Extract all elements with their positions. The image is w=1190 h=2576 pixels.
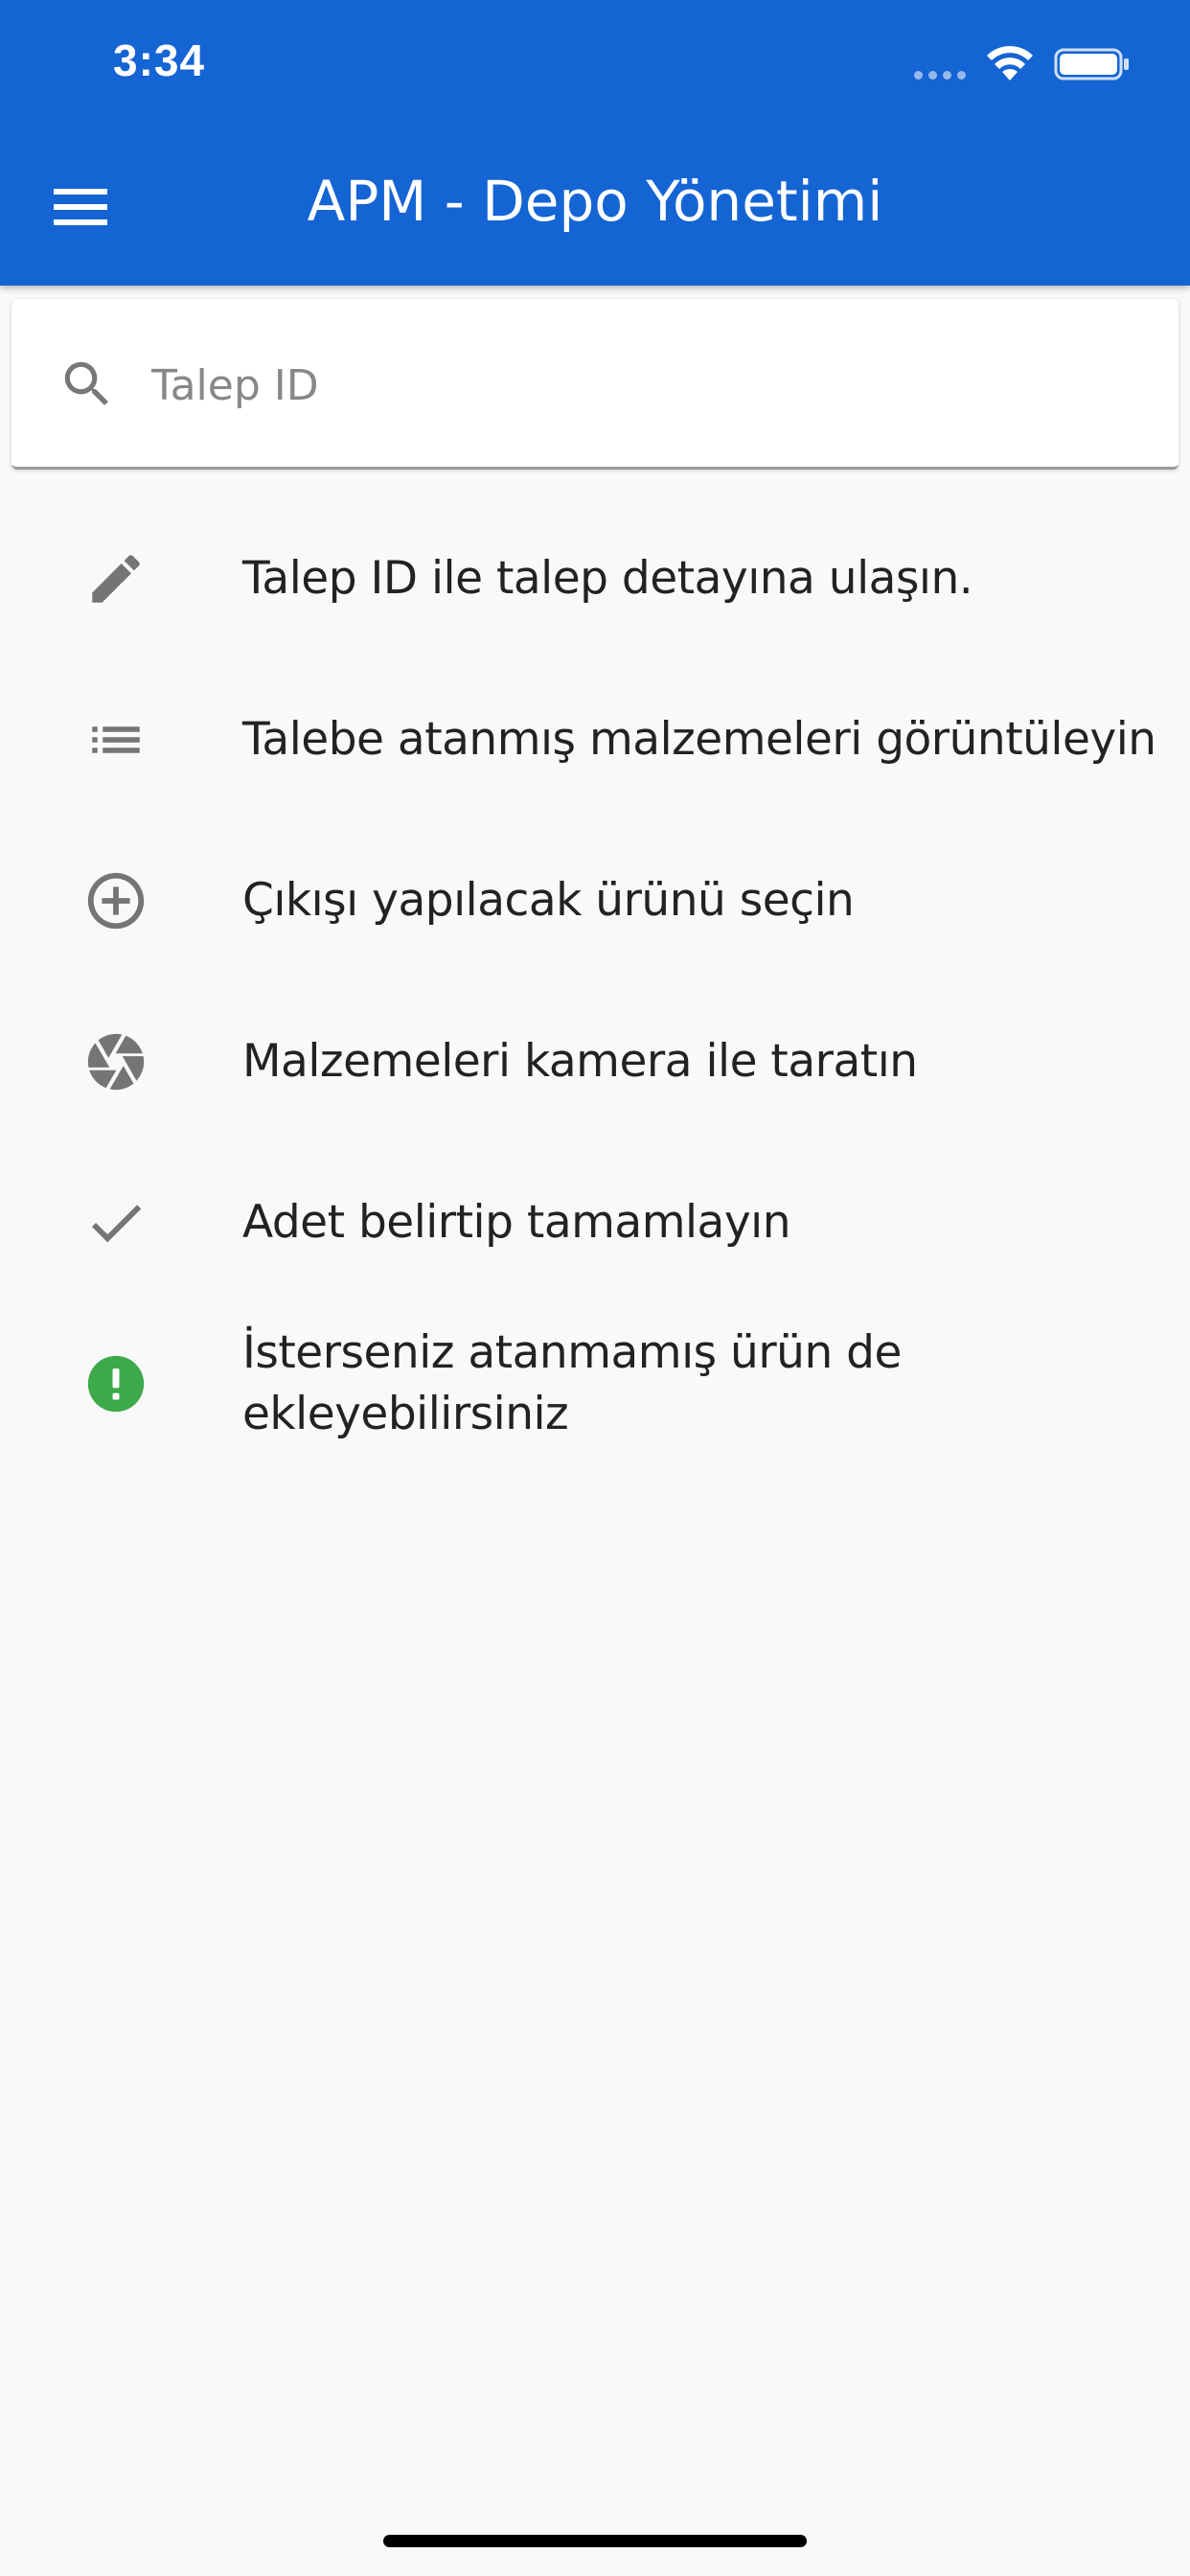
list-item-label: Talebe atanmış malzemeleri görüntüleyin xyxy=(242,713,1156,766)
list-item: Adet belirtip tamamlayın xyxy=(0,1142,1190,1303)
list-icon xyxy=(79,702,153,777)
app-bar: 3:34 APM - Depo Yönetimi xyxy=(0,0,1190,286)
cellular-signal-icon xyxy=(914,71,966,80)
wifi-icon xyxy=(987,46,1033,80)
camera-shutter-icon xyxy=(79,1024,153,1099)
search-input[interactable] xyxy=(149,341,1150,429)
list-item: Talep ID ile talep detayına ulaşın. xyxy=(0,498,1190,659)
list-item-label: Çıkışı yapılacak ürünü seçin xyxy=(242,874,855,927)
list-item: Çıkışı yapılacak ürünü seçin xyxy=(0,820,1190,981)
check-icon xyxy=(79,1185,153,1260)
search-icon xyxy=(64,361,108,405)
list-item: Talebe atanmış malzemeleri görüntüleyin xyxy=(0,659,1190,820)
page-title: APM - Depo Yönetimi xyxy=(307,169,883,234)
list-item-label: Talep ID ile talep detayına ulaşın. xyxy=(242,552,973,605)
list-item-label: İsterseniz atanmamış ürün de ekleyebilir… xyxy=(242,1326,902,1440)
list-item: Malzemeleri kamera ile taratın xyxy=(0,981,1190,1142)
home-indicator[interactable] xyxy=(383,2535,807,2547)
battery-icon xyxy=(1054,48,1129,80)
alert-circle-icon xyxy=(79,1346,153,1421)
status-time: 3:34 xyxy=(113,35,206,85)
list-item-label: Adet belirtip tamamlayın xyxy=(242,1196,791,1249)
list-item-label: Malzemeleri kamera ile taratın xyxy=(242,1035,918,1088)
pencil-icon xyxy=(79,541,153,616)
list-item: İsterseniz atanmamış ürün de ekleyebilir… xyxy=(0,1303,1190,1464)
search-bar xyxy=(11,299,1179,470)
add-circle-icon xyxy=(79,863,153,938)
